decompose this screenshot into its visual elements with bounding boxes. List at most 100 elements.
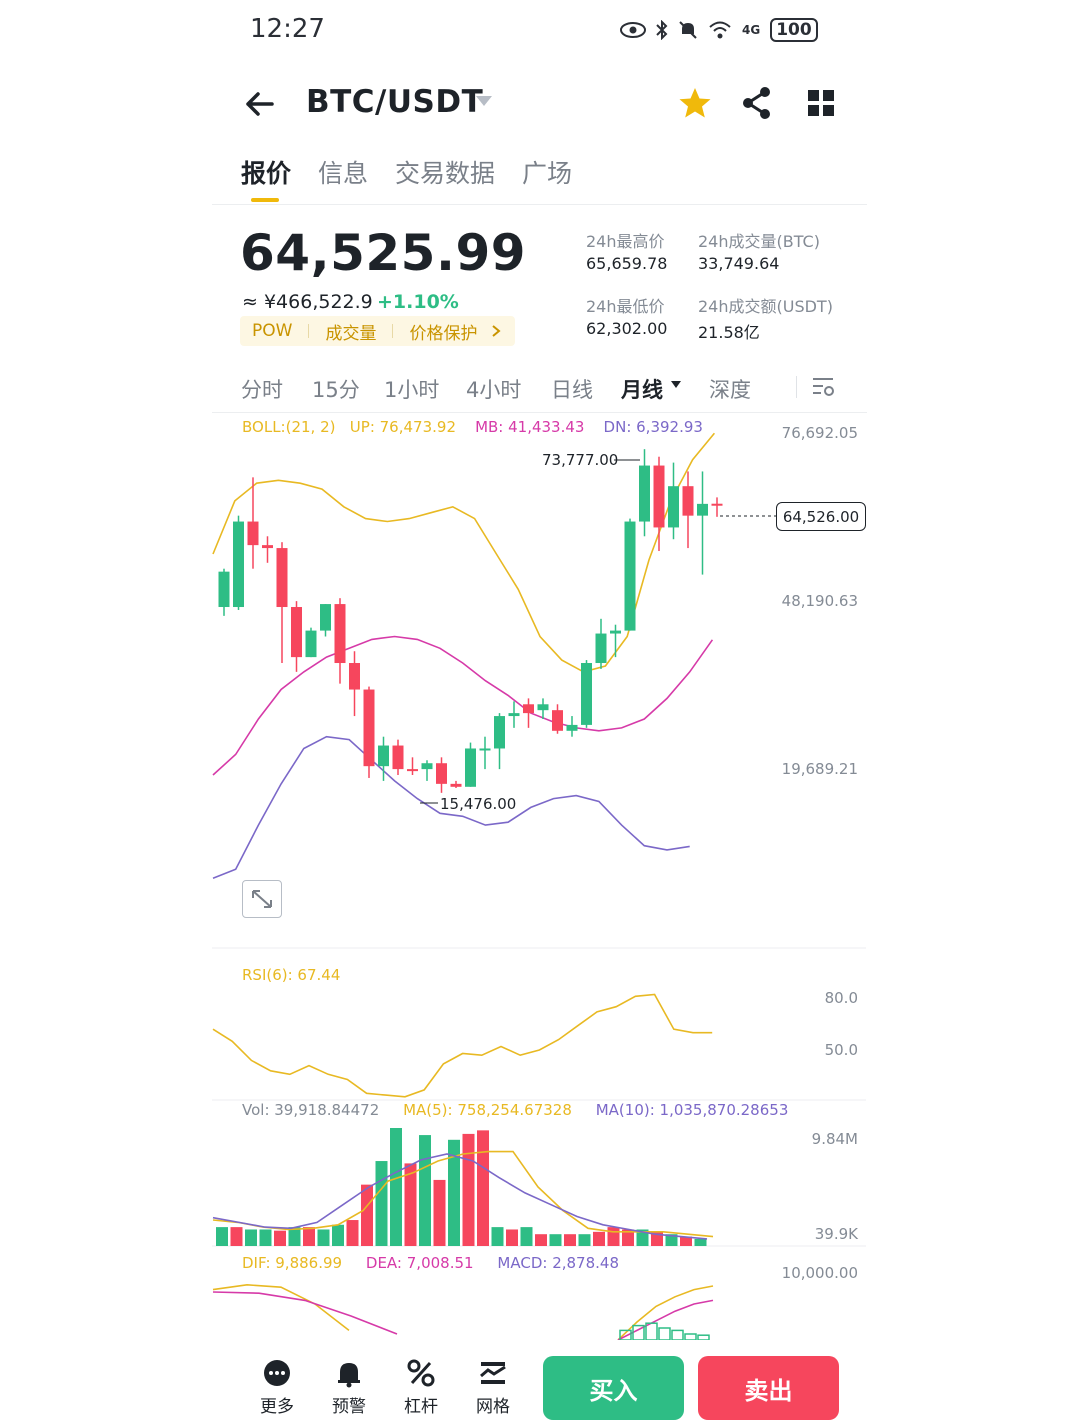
volume-bar bbox=[506, 1229, 518, 1246]
volume-bar bbox=[477, 1130, 489, 1246]
annotation-high: 73,777.00 bbox=[542, 451, 619, 469]
vol-axis-bottom: 39.9K bbox=[814, 1225, 858, 1243]
candle-body bbox=[668, 486, 679, 528]
nav-leverage-label: 杠杆 bbox=[404, 1397, 438, 1417]
volume-bar bbox=[216, 1227, 228, 1246]
bell-icon bbox=[338, 1363, 360, 1388]
volume-bar bbox=[230, 1227, 243, 1246]
candle-body bbox=[624, 521, 636, 631]
candle-body bbox=[378, 745, 389, 767]
candle-body bbox=[537, 704, 549, 711]
kline-chart[interactable] bbox=[0, 0, 1080, 1423]
buy-button[interactable]: 买入 bbox=[543, 1356, 684, 1420]
vol-value: Vol: 39,918.84472 bbox=[242, 1101, 380, 1119]
boll-middle-line bbox=[212, 635, 714, 776]
candle-body bbox=[465, 748, 476, 787]
macd-dif: DIF: 9,886.99 bbox=[242, 1254, 343, 1272]
volume-bar bbox=[245, 1229, 257, 1246]
rsi-line bbox=[212, 993, 713, 1098]
candle-body bbox=[407, 769, 418, 772]
volume-bar bbox=[361, 1184, 373, 1246]
volume-bar bbox=[607, 1227, 620, 1246]
candle-body bbox=[508, 713, 520, 717]
boll-params: BOLL:(21, 2) UP: 76,473.92 MB: 41,433.43… bbox=[242, 418, 703, 436]
nav-alert-label: 预警 bbox=[332, 1397, 366, 1417]
current-price-tag: 64,526.00 bbox=[776, 502, 866, 531]
volume-bar bbox=[419, 1135, 431, 1246]
candle-body bbox=[349, 663, 360, 690]
candle-body bbox=[581, 663, 592, 725]
volume-bar bbox=[259, 1229, 272, 1246]
candle-body bbox=[566, 724, 578, 731]
nav-more[interactable]: 更多 bbox=[247, 1358, 307, 1417]
candle-body bbox=[552, 710, 563, 731]
candle-body bbox=[436, 763, 447, 784]
macd-dea: DEA: 7,008.51 bbox=[365, 1254, 474, 1272]
boll-label: BOLL:(21, 2) bbox=[242, 418, 336, 436]
candle-body bbox=[392, 745, 404, 770]
candle-body bbox=[653, 465, 665, 528]
macd-value: MACD: 2,878.48 bbox=[497, 1254, 619, 1272]
macd-histogram-bar bbox=[658, 1327, 671, 1341]
candle-body bbox=[218, 571, 230, 608]
vol-params: Vol: 39,918.84472 MA(5): 758,254.67328 M… bbox=[242, 1101, 788, 1119]
percent-icon bbox=[407, 1359, 435, 1387]
price-axis-mid: 48,190.63 bbox=[781, 592, 858, 610]
vol-ma10: MA(10): 1,035,870.28653 bbox=[595, 1101, 789, 1119]
volume-bar bbox=[578, 1234, 591, 1246]
candle-body bbox=[247, 521, 259, 546]
candle-body bbox=[523, 704, 534, 714]
bottom-action-bar bbox=[0, 1340, 1080, 1423]
price-axis-low: 19,689.21 bbox=[781, 760, 858, 778]
candle-body bbox=[450, 783, 462, 787]
rsi-label: RSI(6): 67.44 bbox=[242, 966, 341, 984]
macd-axis-top: 10,000.00 bbox=[781, 1264, 858, 1282]
nav-alert[interactable]: 预警 bbox=[319, 1358, 379, 1417]
volume-bar bbox=[390, 1128, 402, 1246]
volume-bar bbox=[520, 1227, 533, 1246]
candle-body bbox=[610, 630, 621, 634]
nav-more-label: 更多 bbox=[260, 1397, 294, 1417]
volume-bar bbox=[346, 1220, 359, 1246]
volume-bar bbox=[593, 1231, 605, 1246]
sell-button[interactable]: 卖出 bbox=[698, 1356, 839, 1420]
more-icon bbox=[264, 1360, 290, 1386]
nav-grid[interactable]: 网格 bbox=[463, 1358, 523, 1417]
volume-bar bbox=[375, 1161, 388, 1246]
fullscreen-button[interactable] bbox=[242, 880, 282, 918]
candle-body bbox=[233, 521, 244, 608]
candle-body bbox=[639, 465, 650, 522]
candle-body bbox=[334, 604, 346, 664]
volume-bar bbox=[274, 1230, 286, 1246]
volume-bar bbox=[462, 1133, 475, 1246]
nav-leverage[interactable]: 杠杆 bbox=[391, 1358, 451, 1417]
macd-histogram-bar bbox=[671, 1329, 684, 1341]
vol-axis-top: 9.84M bbox=[811, 1130, 858, 1148]
candle-body bbox=[711, 503, 723, 506]
nav-grid-label: 网格 bbox=[476, 1397, 510, 1417]
candle-body bbox=[276, 548, 288, 608]
volume-bar bbox=[694, 1238, 707, 1246]
volume-bar bbox=[491, 1227, 504, 1246]
volume-bar bbox=[332, 1224, 344, 1246]
volume-bar bbox=[549, 1234, 562, 1246]
candle-body bbox=[320, 604, 331, 631]
annotation-low: 15,476.00 bbox=[440, 795, 517, 813]
expand-icon bbox=[252, 890, 272, 908]
boll-up: UP: 76,473.92 bbox=[349, 418, 456, 436]
candle-body bbox=[262, 545, 273, 549]
candle-body bbox=[291, 607, 302, 658]
boll-dn: DN: 6,392.93 bbox=[603, 418, 703, 436]
volume-bar bbox=[317, 1229, 330, 1246]
rsi-axis-80: 80.0 bbox=[824, 989, 858, 1007]
volume-bar bbox=[303, 1227, 315, 1246]
volume-bar bbox=[535, 1234, 547, 1246]
candle-body bbox=[682, 486, 694, 516]
volume-bar bbox=[433, 1179, 446, 1246]
candle-body bbox=[697, 503, 708, 516]
macd-params: DIF: 9,886.99 DEA: 7,008.51 MACD: 2,878.… bbox=[242, 1254, 619, 1272]
price-axis-top: 76,692.05 bbox=[781, 424, 858, 442]
grid-bot-icon bbox=[480, 1362, 506, 1384]
candle-body bbox=[363, 689, 375, 767]
candle-body bbox=[479, 748, 491, 751]
